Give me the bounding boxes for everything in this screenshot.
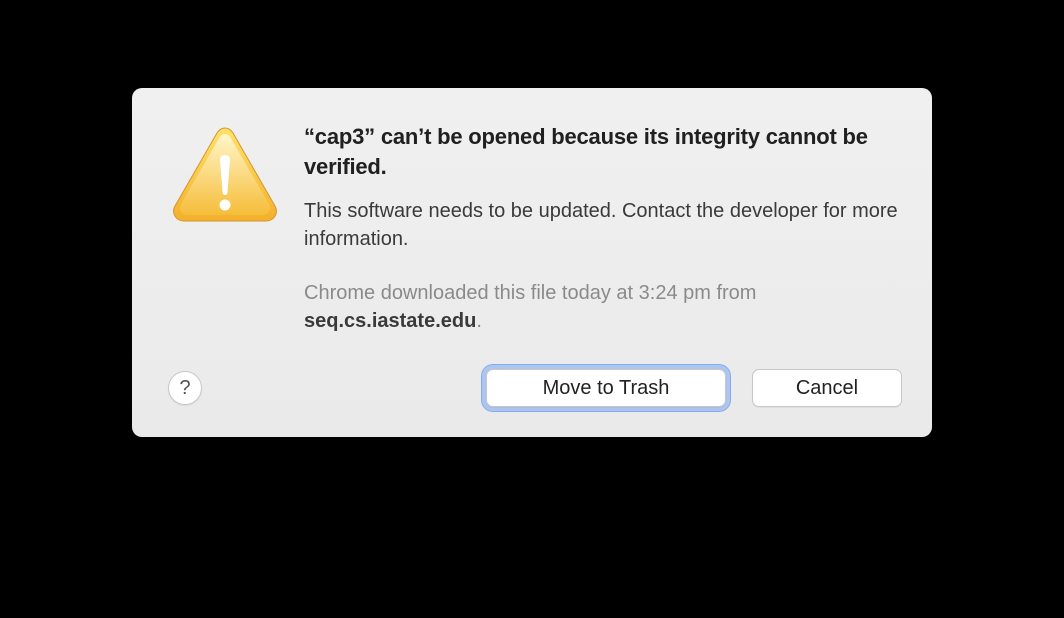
help-icon: ? — [179, 377, 190, 400]
source-prefix: Chrome downloaded this file today at 3:2… — [304, 282, 756, 304]
dialog-content: “cap3” can’t be opened because its integ… — [162, 118, 902, 335]
gatekeeper-dialog: “cap3” can’t be opened because its integ… — [132, 88, 932, 437]
dialog-button-row: ? Move to Trash Cancel — [162, 365, 902, 411]
button-group: Move to Trash Cancel — [482, 365, 902, 411]
icon-column — [162, 118, 272, 224]
cancel-button[interactable]: Cancel — [752, 369, 902, 407]
source-domain: seq.cs.iastate.edu — [304, 310, 476, 332]
text-column: “cap3” can’t be opened because its integ… — [304, 118, 902, 335]
primary-button-focus-ring: Move to Trash — [482, 365, 730, 411]
dialog-subtitle: This software needs to be updated. Conta… — [304, 197, 902, 253]
source-suffix: . — [476, 310, 482, 332]
dialog-source-info: Chrome downloaded this file today at 3:2… — [304, 279, 902, 335]
warning-triangle-icon — [170, 124, 272, 224]
dialog-title: “cap3” can’t be opened because its integ… — [304, 122, 902, 181]
move-to-trash-button[interactable]: Move to Trash — [486, 369, 726, 407]
help-button[interactable]: ? — [168, 371, 202, 405]
